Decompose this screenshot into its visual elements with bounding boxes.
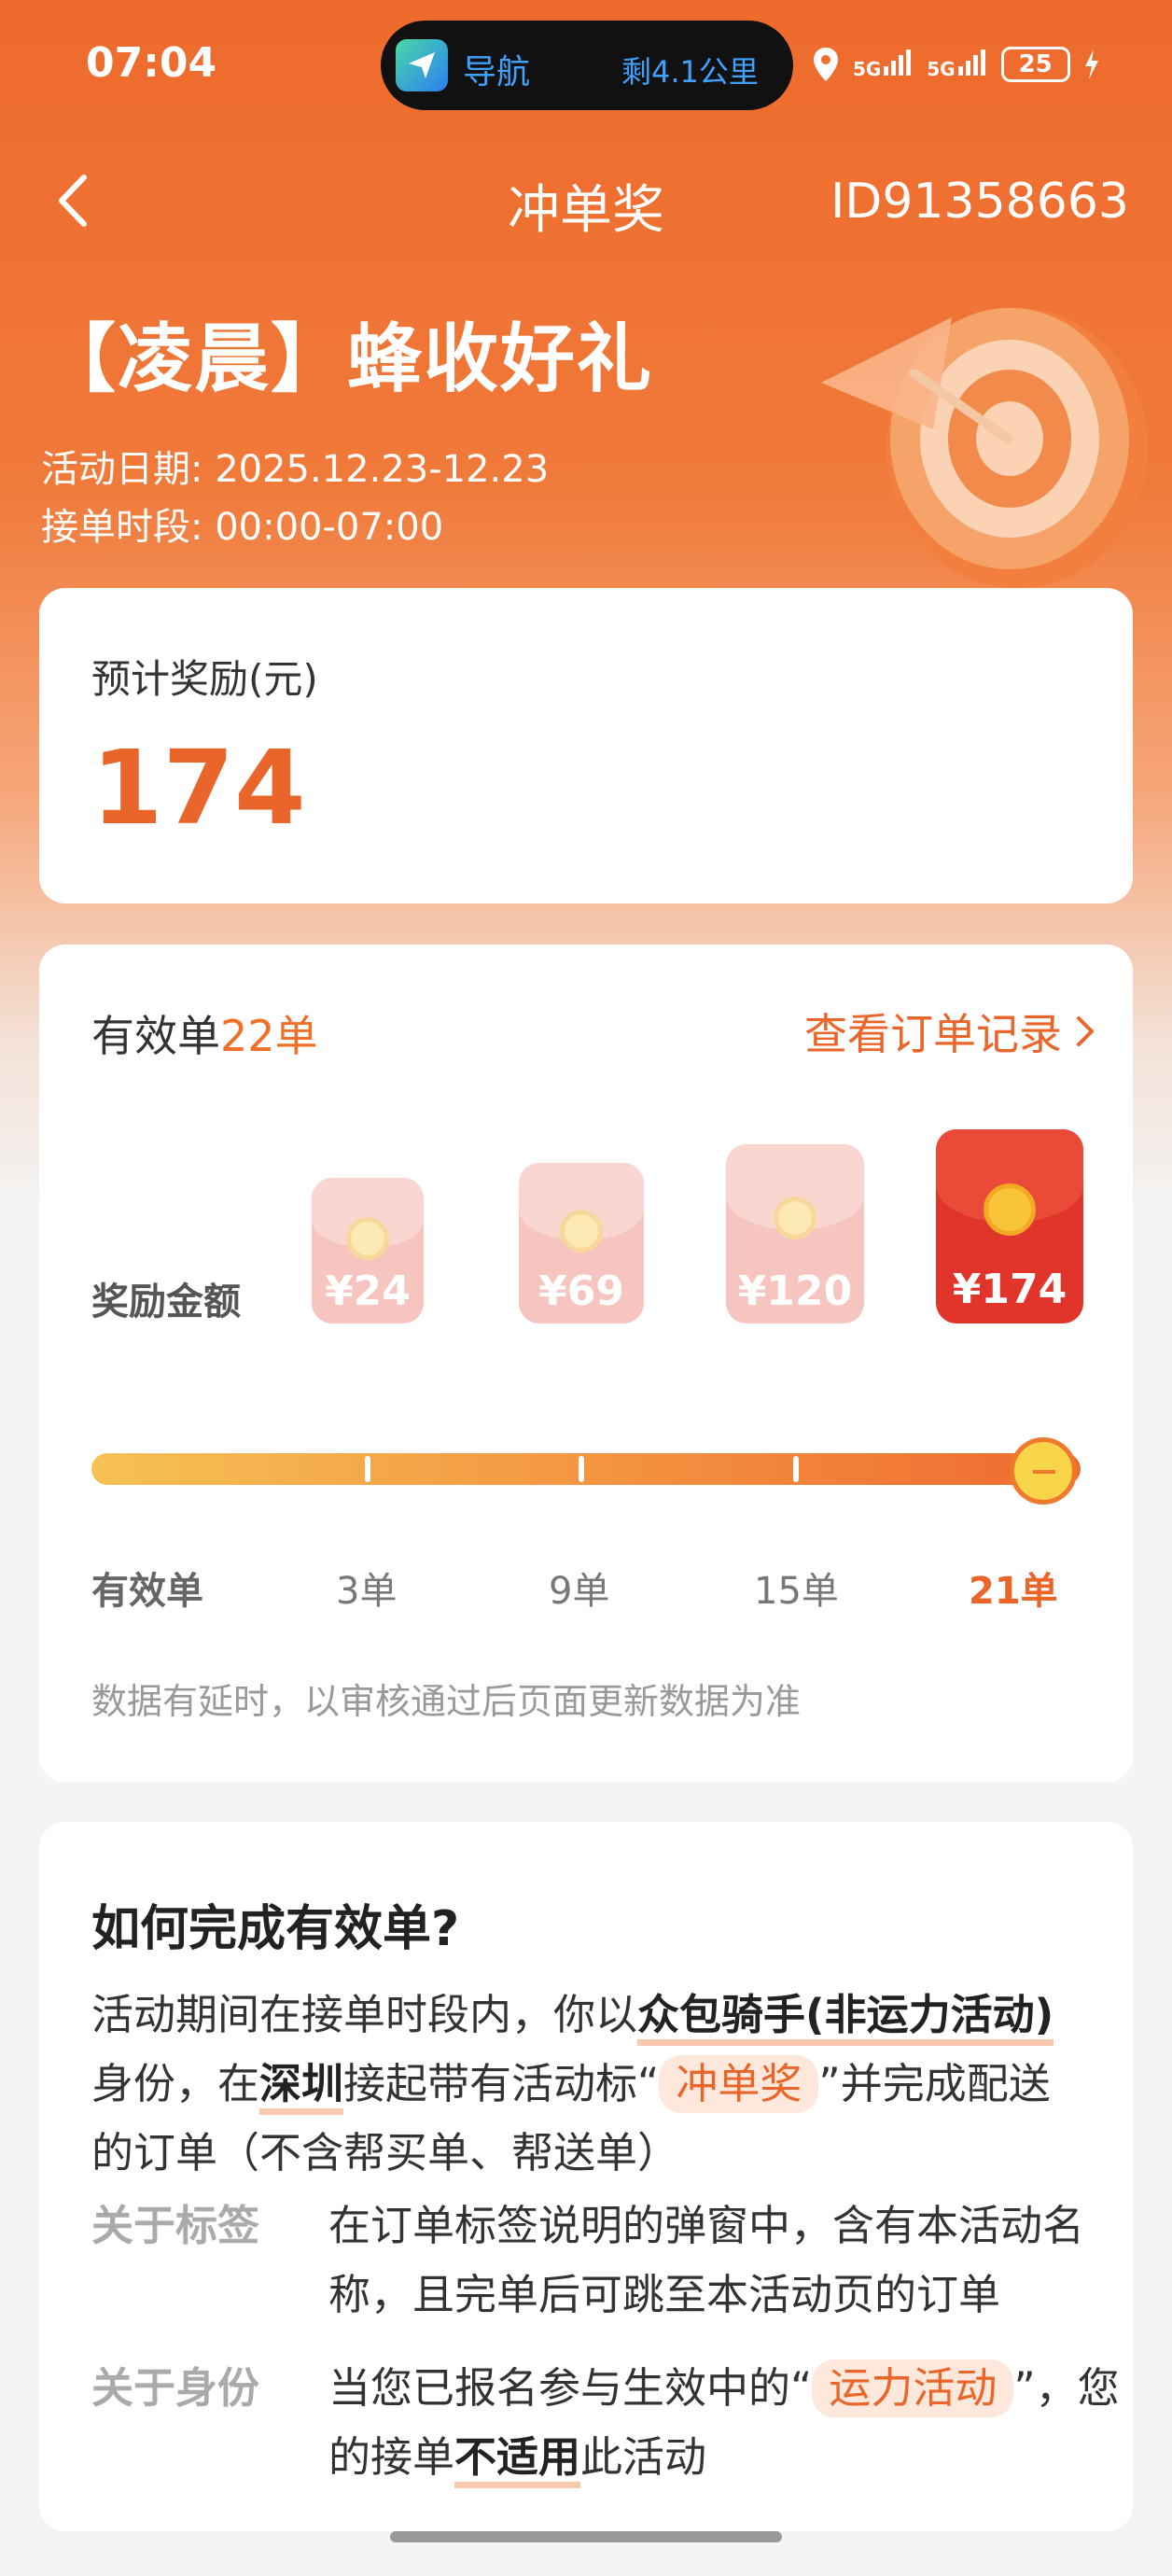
signal-icon-2: 5G: [927, 49, 987, 80]
battery-icon: 25: [1000, 47, 1070, 82]
about-tag-value: 在订单标签说明的弹窗中，含有本活动名称，且完单后可跳至本活动页的订单: [328, 2201, 1085, 2319]
axis-tier-1-orders: 3单: [336, 1570, 398, 1613]
how-to-complete-card: 如何完成有效单? 活动期间在接单时段内，你以众包骑手(非运力活动) 身份，在深圳接…: [39, 1822, 1133, 2531]
reward-tier-4-amount: ¥174: [952, 1266, 1067, 1313]
axis-valid-orders-label: 有效单: [91, 1570, 203, 1613]
about-identity-key: 关于身份: [91, 2363, 260, 2413]
estimated-reward-value: 174: [91, 728, 306, 847]
progress-knob: [1010, 1437, 1077, 1505]
status-bar: 07:04 导航 剩4.1公里 5G 5G 25: [0, 0, 1172, 131]
reward-envelope-tier-1: ¥24: [312, 1178, 424, 1323]
about-tag-key: 关于标签: [91, 2201, 260, 2250]
chevron-right-icon: [1077, 1016, 1094, 1046]
valid-orders-summary: 有效单22单: [91, 1002, 318, 1064]
description-text-3: 接起带有活动标“: [343, 2059, 660, 2108]
home-indicator[interactable]: [390, 2531, 782, 2542]
progress-card: 有效单22单 查看订单记录 奖励金额 ¥24 ¥69 ¥120 ¥174 有效单…: [39, 945, 1133, 1783]
about-identity-value: 当您已报名参与生效中的“ 运力活动 ”，您的接单不适用此活动: [328, 2354, 1122, 2492]
estimated-reward-card: 预计奖励(元) 174: [39, 588, 1133, 903]
navigation-distance: 剩4.1公里: [621, 54, 759, 90]
charging-icon: [1084, 49, 1098, 79]
highlight-not-applicable: 不适用: [454, 2432, 581, 2488]
reward-tier-3-amount: ¥120: [737, 1267, 853, 1315]
capacity-activity-pill: 运力活动: [812, 2359, 1014, 2417]
estimated-reward-label: 预计奖励(元): [91, 656, 318, 702]
progress-tick-3: [793, 1456, 799, 1482]
activity-date: 活动日期: 2025.12.23-12.23: [41, 448, 550, 491]
axis-tier-2-orders: 9单: [549, 1570, 610, 1613]
activity-title: 【凌晨】蜂收好礼: [41, 315, 653, 402]
highlight-city: 深圳: [259, 2059, 344, 2115]
navigation-island[interactable]: 导航 剩4.1公里: [381, 21, 793, 110]
target-icon: [821, 308, 1148, 588]
valid-orders-label: 有效单: [91, 1011, 220, 1061]
identity-text-1: 当您已报名参与生效中的“: [328, 2363, 813, 2413]
axis-tier-4-orders: 21单: [969, 1570, 1058, 1613]
network-type-1: 5G: [853, 57, 882, 80]
activity-tag-pill: 冲单奖: [659, 2055, 819, 2113]
navigation-app-icon: [396, 39, 448, 91]
reward-envelope-tier-4: ¥174: [936, 1129, 1083, 1323]
valid-orders-count: 22单: [220, 1011, 318, 1061]
data-delay-note: 数据有延时，以审核通过后页面更新数据为准: [91, 1681, 802, 1722]
axis-tier-3-orders: 15单: [754, 1570, 839, 1613]
reward-tier-2-amount: ¥69: [538, 1267, 624, 1315]
view-order-records-label: 查看订单记录: [804, 1009, 1062, 1059]
status-icons: 5G 5G 25: [812, 41, 1100, 88]
progress-tick-1: [365, 1456, 370, 1482]
order-time-window: 接单时段: 00:00-07:00: [41, 506, 444, 549]
activity-id: ID91358663: [830, 174, 1129, 230]
reward-envelope-tier-3: ¥120: [726, 1144, 864, 1323]
progress-track: [91, 1453, 1081, 1485]
how-to-complete-title: 如何完成有效单?: [91, 1901, 460, 1957]
how-to-complete-description: 活动期间在接单时段内，你以众包骑手(非运力活动) 身份，在深圳接起带有活动标“ 冲单…: [91, 1981, 1090, 2188]
status-time: 07:04: [86, 39, 217, 87]
reward-tier-1-amount: ¥24: [325, 1267, 411, 1315]
description-text-1: 活动期间在接单时段内，你以: [91, 1990, 638, 2039]
network-type-2: 5G: [927, 57, 956, 80]
navigation-label: 导航: [463, 53, 531, 91]
highlight-rider-type: 众包骑手(非运力活动): [637, 1990, 1054, 2046]
progress-tick-2: [579, 1456, 584, 1482]
signal-icon: 5G: [853, 49, 914, 80]
description-text-2: 身份，在: [91, 2059, 260, 2108]
location-icon: [814, 48, 838, 81]
identity-text-3: 此活动: [580, 2432, 707, 2482]
reward-envelope-tier-2: ¥69: [519, 1163, 644, 1323]
view-order-records-link[interactable]: 查看订单记录: [804, 1001, 1097, 1062]
reward-amount-label: 奖励金额: [91, 1281, 241, 1323]
